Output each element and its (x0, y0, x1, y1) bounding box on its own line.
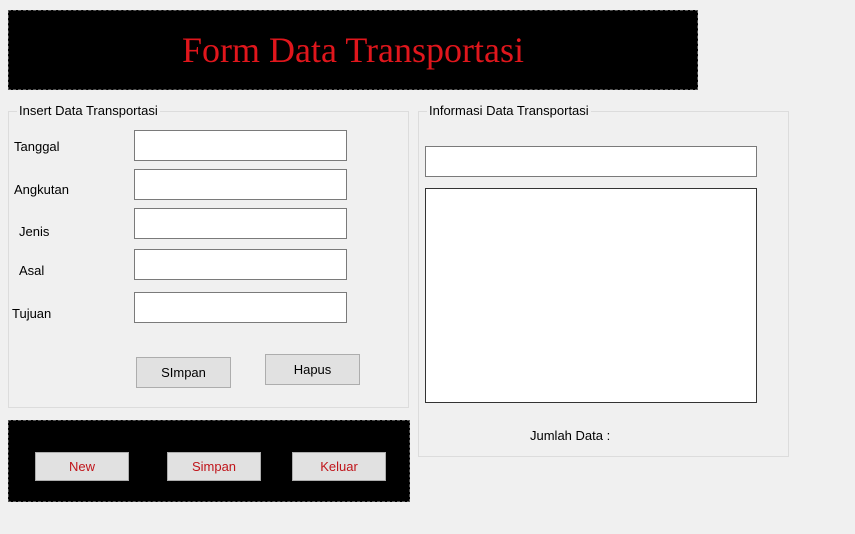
info-group-title: Informasi Data Transportasi (427, 103, 591, 119)
simpan-bottom-button[interactable]: Simpan (167, 452, 261, 481)
tujuan-input[interactable] (134, 292, 347, 323)
action-panel: New Simpan Keluar (8, 420, 410, 502)
form-title: Form Data Transportasi (182, 30, 524, 70)
angkutan-input[interactable] (134, 169, 347, 200)
tanggal-label: Tanggal (14, 139, 60, 154)
angkutan-label: Angkutan (14, 182, 69, 197)
header-banner: Form Data Transportasi (8, 10, 698, 90)
simpan-button[interactable]: SImpan (136, 357, 231, 388)
keluar-button[interactable]: Keluar (292, 452, 386, 481)
hapus-button[interactable]: Hapus (265, 354, 360, 385)
asal-label: Asal (19, 263, 45, 278)
info-search-input[interactable] (425, 146, 757, 177)
jenis-label: Jenis (19, 224, 50, 239)
new-button[interactable]: New (35, 452, 129, 481)
tujuan-label: Tujuan (12, 306, 52, 321)
jenis-input[interactable] (134, 208, 347, 239)
insert-group-title: Insert Data Transportasi (17, 103, 160, 119)
data-listbox[interactable] (425, 188, 757, 403)
tanggal-input[interactable] (134, 130, 347, 161)
asal-input[interactable] (134, 249, 347, 280)
jumlah-data-label: Jumlah Data : (530, 428, 611, 443)
